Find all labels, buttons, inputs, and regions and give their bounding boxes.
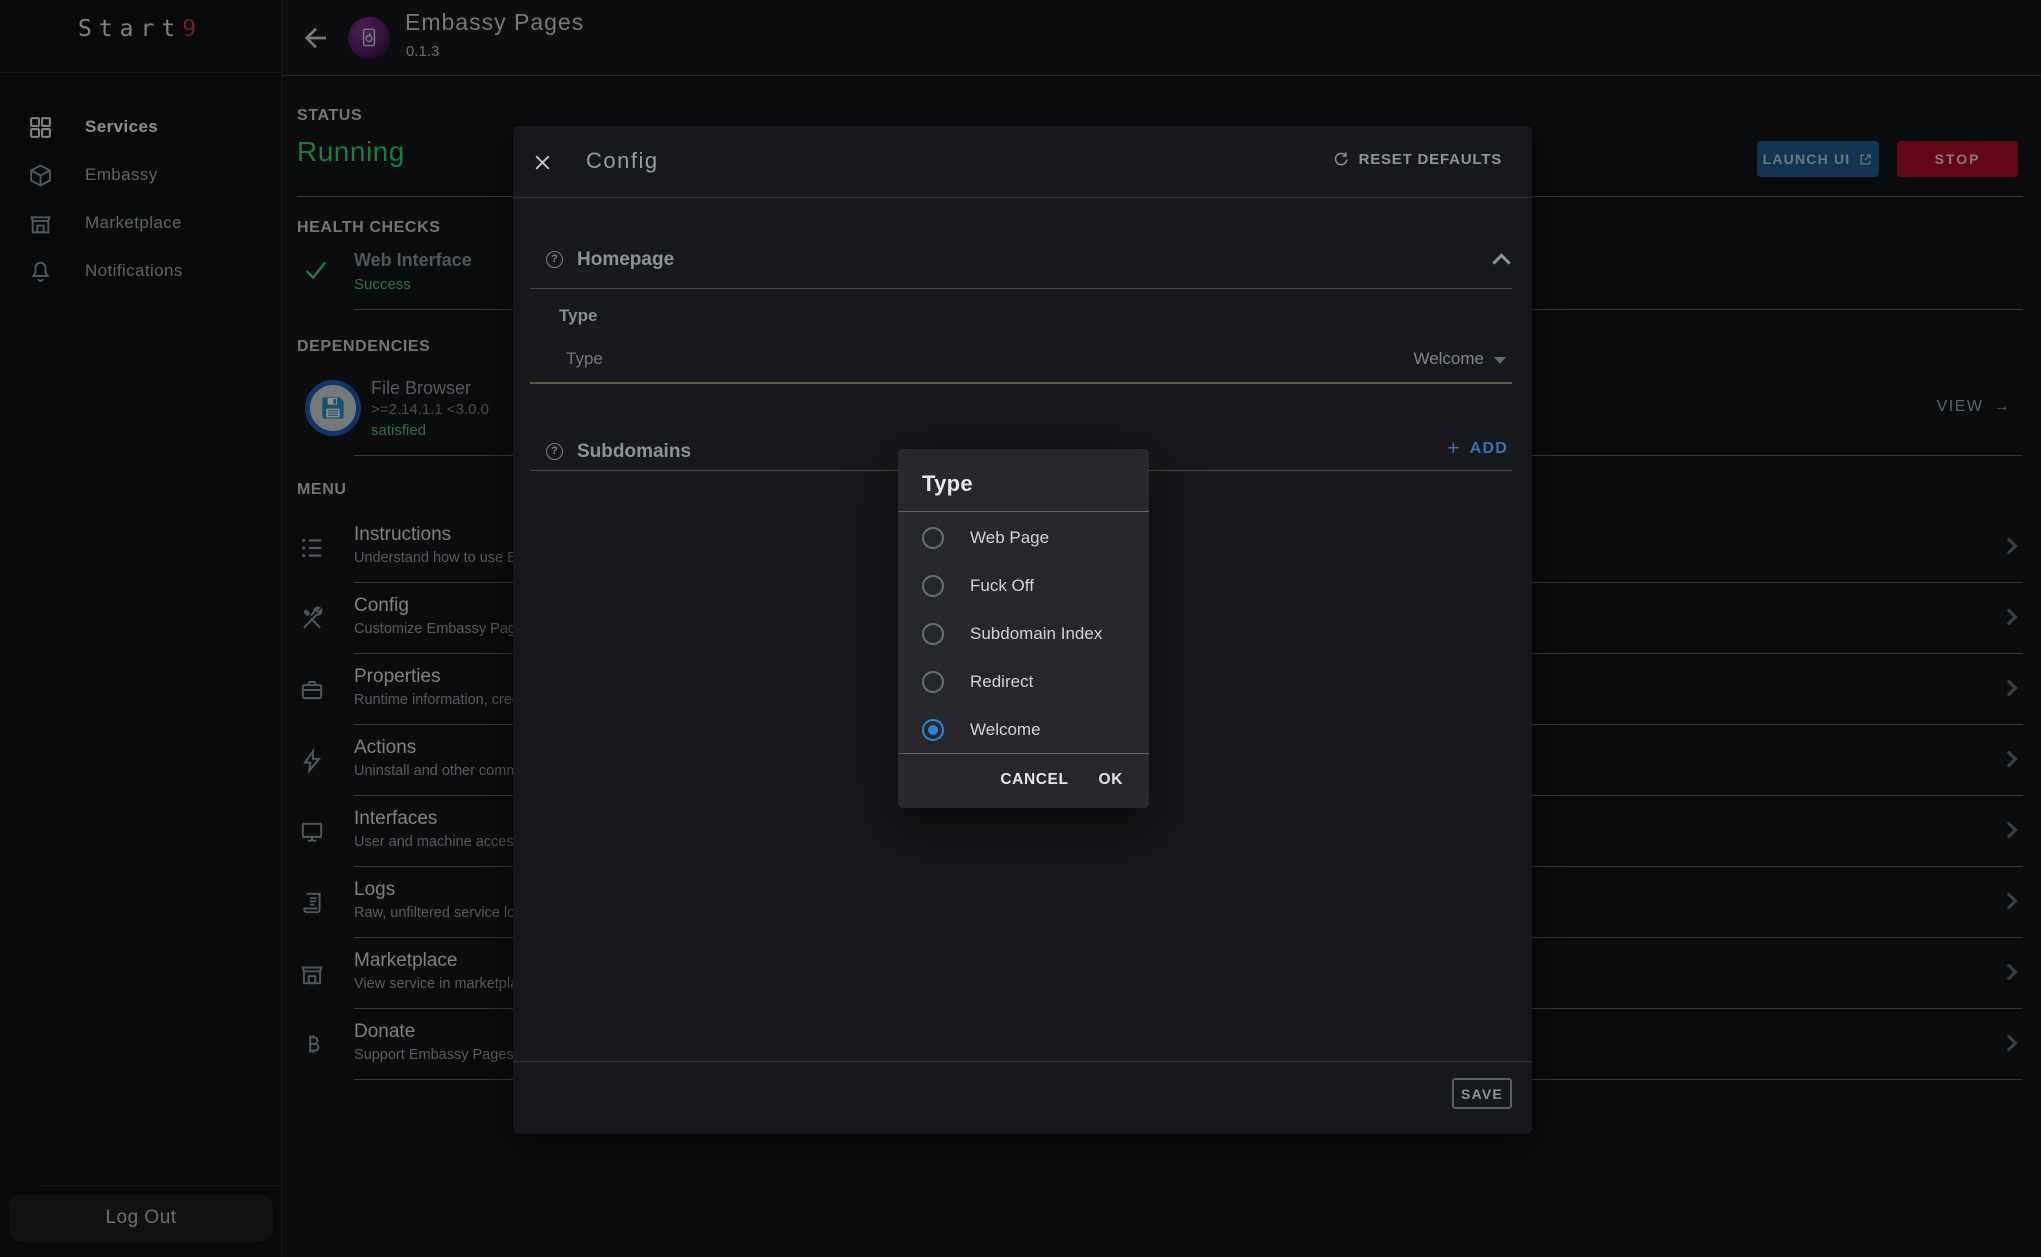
type-dialog-title: Type (922, 471, 973, 497)
cancel-button[interactable]: CANCEL (1000, 771, 1068, 789)
radio-label: Redirect (970, 672, 1033, 692)
radio-option-subdomain-index[interactable]: Subdomain Index (898, 610, 1149, 658)
divider (898, 753, 1149, 754)
radio-icon (922, 671, 944, 693)
type-dialog: Type Web Page Fuck Off Subdomain Index R… (898, 449, 1149, 808)
radio-label: Welcome (970, 720, 1041, 740)
dialog-button-row: CANCEL OK (1000, 771, 1123, 789)
radio-label: Subdomain Index (970, 624, 1102, 644)
radio-label: Web Page (970, 528, 1049, 548)
radio-option-welcome[interactable]: Welcome (898, 706, 1149, 754)
radio-icon (922, 575, 944, 597)
radio-label: Fuck Off (970, 576, 1034, 596)
divider (898, 511, 1149, 512)
radio-option-web-page[interactable]: Web Page (898, 514, 1149, 562)
ok-button[interactable]: OK (1099, 771, 1123, 789)
radio-option-redirect[interactable]: Redirect (898, 658, 1149, 706)
radio-selected-icon (922, 719, 944, 741)
app-root: Start9 Services Embassy Marketplace Noti… (0, 0, 2041, 1257)
radio-icon (922, 527, 944, 549)
radio-option-fuck-off[interactable]: Fuck Off (898, 562, 1149, 610)
radio-icon (922, 623, 944, 645)
